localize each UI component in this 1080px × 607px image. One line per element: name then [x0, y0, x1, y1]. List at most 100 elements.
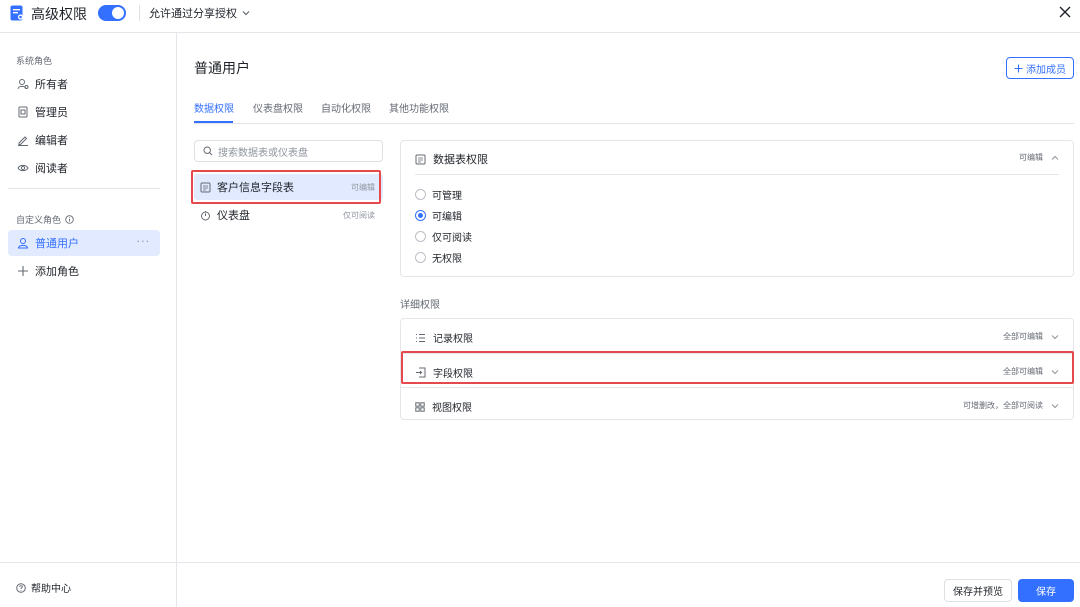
- permission-tabs: 数据权限 仪表盘权限 自动化权限 其他功能权限: [194, 100, 1074, 124]
- toggle-knob: [112, 7, 124, 19]
- table-permission-collapse[interactable]: 可编辑: [1019, 152, 1059, 163]
- detail-row-label: 视图权限: [415, 399, 472, 414]
- sidebar-item-admin[interactable]: 管理员: [8, 99, 160, 125]
- permission-tag: 可编辑: [351, 182, 375, 192]
- sidebar-item-label: 阅读者: [35, 162, 68, 175]
- view-permission-value: 可增删改，全部可阅读: [963, 401, 1043, 410]
- sidebar: 系统角色 所有者 管理员 编辑者 阅读者 自定义角色 普通用户 ··· 添加角色…: [0, 33, 177, 607]
- add-role-label: 添加角色: [35, 265, 79, 278]
- chevron-down-icon: [1051, 334, 1059, 340]
- grid-icon: [415, 401, 425, 412]
- radio-button[interactable]: [415, 252, 426, 263]
- sidebar-item-owner[interactable]: 所有者: [8, 71, 160, 97]
- radio-option-read-only[interactable]: 仅可阅读: [415, 229, 472, 244]
- list-item-label: 客户信息字段表: [217, 181, 294, 194]
- custom-roles-label: 自定义角色: [16, 216, 62, 226]
- record-permission-label: 记录权限: [433, 334, 473, 345]
- search-placeholder: 搜索数据表或仪表盘: [218, 147, 308, 159]
- field-permission-label: 字段权限: [433, 369, 473, 380]
- card-divider: [415, 174, 1059, 175]
- more-options-icon[interactable]: ···: [137, 235, 151, 248]
- custom-roles-title: 自定义角色: [16, 213, 74, 226]
- detail-permission-title: 详细权限: [400, 300, 440, 311]
- share-auth-label: 允许通过分享授权: [149, 7, 237, 20]
- help-center-link[interactable]: 帮助中心: [16, 580, 71, 595]
- add-member-label: 添加成员: [1026, 64, 1066, 76]
- top-bar: 高级权限 允许通过分享授权: [0, 0, 1080, 33]
- chevron-down-icon: [1051, 369, 1059, 375]
- sidebar-item-normal-user[interactable]: 普通用户 ···: [8, 230, 160, 256]
- dashboard-icon: [200, 210, 211, 221]
- divider: [139, 5, 140, 21]
- page-title: 普通用户: [194, 61, 250, 77]
- list-icon: [415, 333, 426, 343]
- search-input[interactable]: 搜索数据表或仪表盘: [194, 140, 383, 162]
- sidebar-item-label: 普通用户: [35, 237, 79, 250]
- detail-row-view[interactable]: 视图权限 可增删改，全部可阅读: [401, 387, 1073, 421]
- radio-button[interactable]: [415, 189, 426, 200]
- radio-option-none[interactable]: 无权限: [415, 250, 462, 265]
- list-item-customer-table[interactable]: 客户信息字段表 可编辑: [194, 174, 383, 200]
- eye-icon: [17, 162, 29, 174]
- table-permission-header: 数据表权限: [415, 151, 488, 167]
- field-icon: [415, 367, 426, 378]
- chevron-up-icon: [1051, 155, 1059, 161]
- detail-row-record[interactable]: 记录权限 全部可编辑: [401, 319, 1073, 353]
- field-permission-value: 全部可编辑: [1003, 367, 1043, 376]
- help-center-label: 帮助中心: [31, 584, 71, 595]
- table-permission-title: 数据表权限: [433, 153, 488, 166]
- advanced-permission-toggle[interactable]: [98, 5, 126, 21]
- save-button[interactable]: 保存: [1018, 579, 1074, 602]
- radio-label: 可管理: [432, 191, 462, 202]
- table-permission-card: 数据表权限 可编辑 可管理 可编辑 仅可阅读 无权限: [400, 140, 1074, 277]
- sidebar-item-reader[interactable]: 阅读者: [8, 155, 160, 181]
- radio-label: 可编辑: [432, 212, 462, 223]
- table-icon: [415, 154, 426, 165]
- share-auth-select[interactable]: 允许通过分享授权: [149, 5, 250, 21]
- plus-icon: [1014, 64, 1023, 73]
- table-icon: [200, 182, 211, 193]
- radio-button[interactable]: [415, 231, 426, 242]
- footer-divider: [177, 562, 1080, 563]
- plus-icon: [17, 265, 29, 277]
- tab-automation-permission[interactable]: 自动化权限: [321, 100, 371, 115]
- radio-button-selected[interactable]: [415, 210, 426, 221]
- app-title: 高级权限: [31, 7, 87, 23]
- detail-row-value: 全部可编辑: [1003, 331, 1059, 342]
- admin-icon: [17, 106, 29, 118]
- list-item-dashboard[interactable]: 仪表盘 仅可阅读: [194, 202, 383, 228]
- detail-row-field[interactable]: 字段权限 全部可编辑: [401, 353, 1073, 387]
- radio-label: 无权限: [432, 254, 462, 265]
- sidebar-item-label: 编辑者: [35, 134, 68, 147]
- help-icon: [16, 582, 26, 593]
- detail-row-label: 记录权限: [415, 330, 473, 345]
- search-icon: [203, 146, 213, 156]
- add-role-button[interactable]: 添加角色: [8, 258, 160, 284]
- user-icon: [17, 237, 29, 249]
- view-permission-label: 视图权限: [432, 403, 472, 414]
- radio-option-manage[interactable]: 可管理: [415, 187, 462, 202]
- radio-option-edit[interactable]: 可编辑: [415, 208, 462, 223]
- chevron-down-icon: [1051, 403, 1059, 409]
- detail-row-value: 可增删改，全部可阅读: [963, 400, 1059, 411]
- add-member-button[interactable]: 添加成员: [1006, 57, 1074, 79]
- tab-dashboard-permission[interactable]: 仪表盘权限: [253, 100, 303, 115]
- table-permission-value: 可编辑: [1019, 153, 1043, 162]
- sidebar-divider: [8, 188, 160, 189]
- detail-row-value: 全部可编辑: [1003, 366, 1059, 377]
- tab-other-permission[interactable]: 其他功能权限: [389, 100, 449, 115]
- tab-data-permission[interactable]: 数据权限: [194, 100, 234, 115]
- detail-row-label: 字段权限: [415, 365, 473, 380]
- radio-label: 仅可阅读: [432, 233, 472, 244]
- save-and-preview-button[interactable]: 保存并预览: [944, 579, 1012, 602]
- permission-tag: 仅可阅读: [343, 210, 375, 220]
- info-icon[interactable]: [65, 215, 74, 224]
- sidebar-item-editor[interactable]: 编辑者: [8, 127, 160, 153]
- sidebar-item-label: 管理员: [35, 106, 68, 119]
- record-permission-value: 全部可编辑: [1003, 332, 1043, 341]
- owner-icon: [17, 78, 29, 90]
- sidebar-item-label: 所有者: [35, 78, 68, 91]
- system-roles-title: 系统角色: [16, 57, 53, 67]
- active-tab-indicator: [194, 121, 233, 123]
- close-icon[interactable]: [1058, 5, 1072, 19]
